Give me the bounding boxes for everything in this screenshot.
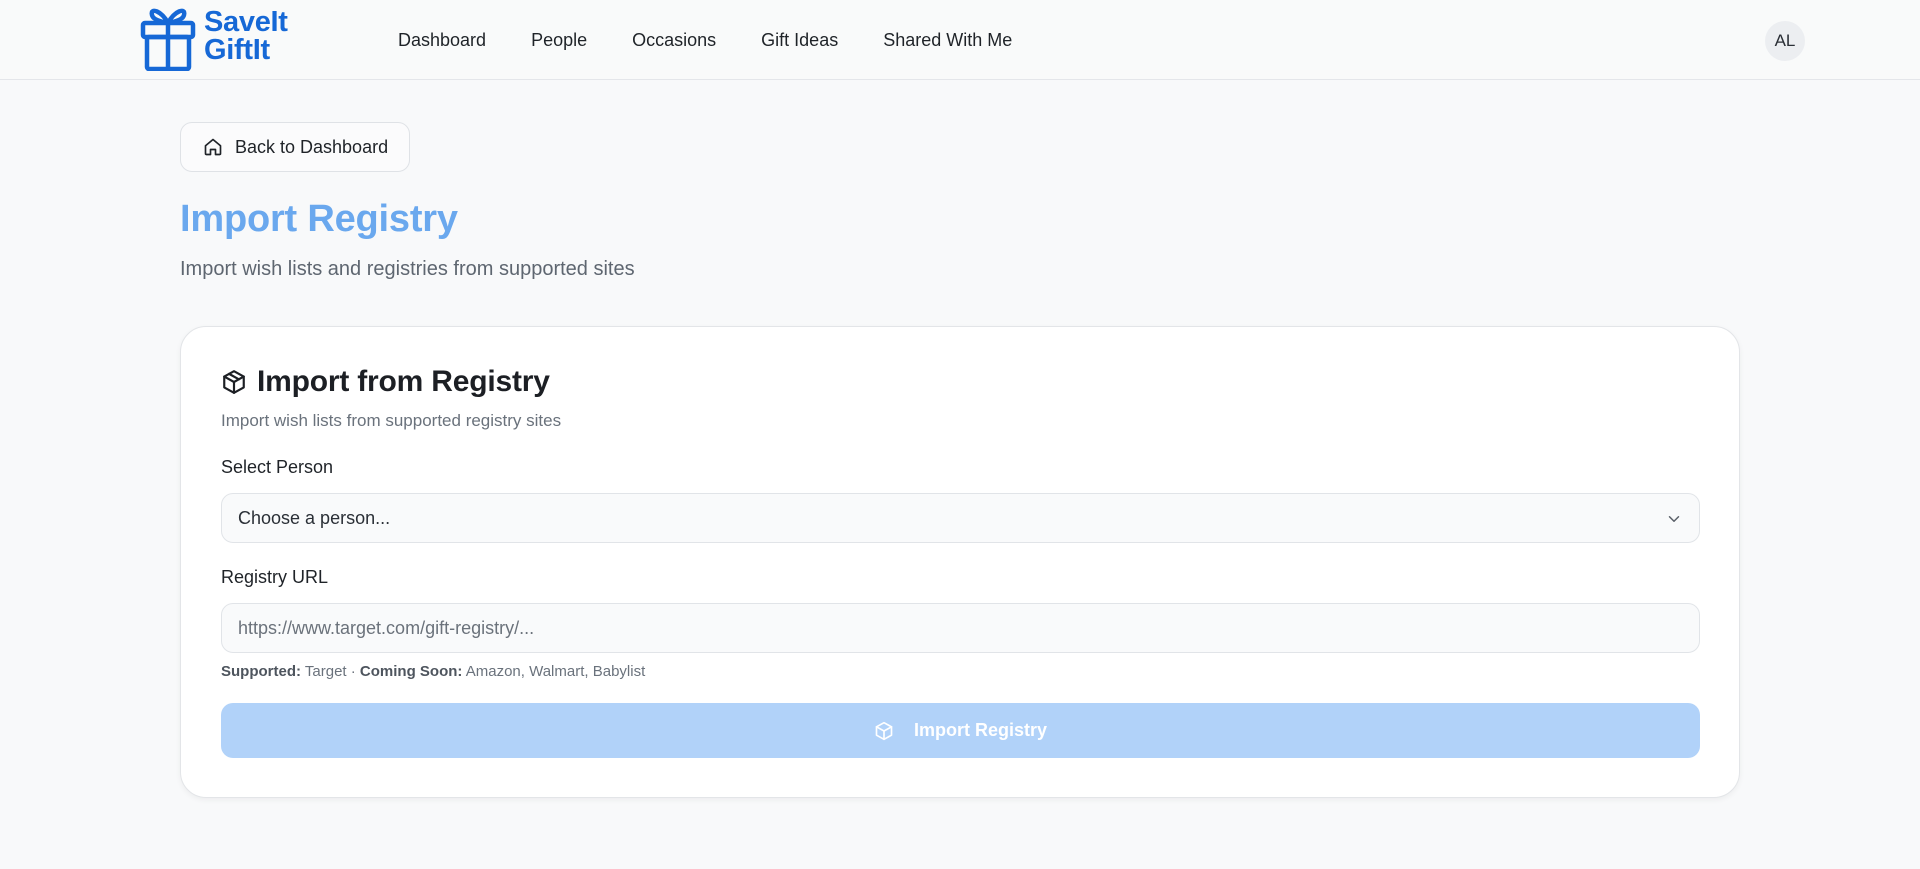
page-title: Import Registry: [180, 198, 458, 240]
import-registry-card: Import from Registry Import wish lists f…: [180, 326, 1740, 798]
import-button-label: Import Registry: [913, 720, 1048, 740]
package-icon: [875, 721, 893, 740]
card-heading: Import from Registry: [221, 365, 550, 399]
user-avatar[interactable]: AL: [1765, 21, 1805, 61]
nav-item-occasions[interactable]: Occasions: [632, 30, 716, 51]
nav-item-shared-with-me[interactable]: Shared With Me: [883, 30, 1012, 51]
nav-item-gift-ideas[interactable]: Gift Ideas: [761, 30, 838, 51]
card-title: Import from Registry: [257, 365, 550, 398]
package-icon: [223, 370, 245, 394]
supported-label: Supported:: [221, 663, 301, 680]
import-registry-button[interactable]: Import Registry: [221, 703, 1700, 758]
supported-value: Target ·: [301, 663, 360, 680]
back-to-dashboard-button[interactable]: Back to Dashboard: [180, 122, 410, 172]
select-person-value: Choose a person...: [238, 507, 391, 528]
coming-soon-label: Coming Soon:: [359, 663, 463, 680]
home-icon: [204, 138, 222, 156]
top-navigation-bar: SaveIt GiftIt Dashboard People Occasions…: [0, 0, 1920, 80]
supported-sites-hint: Supported: Target · Coming Soon: Amazon,…: [221, 663, 645, 680]
brand-line-2: GiftIt: [204, 34, 270, 66]
card-subtitle: Import wish lists from supported registr…: [221, 411, 562, 430]
nav-item-people[interactable]: People: [531, 30, 587, 51]
back-button-label: Back to Dashboard: [235, 136, 389, 157]
select-person-label: Select Person: [221, 457, 334, 477]
gift-icon: [140, 8, 196, 71]
select-person-dropdown[interactable]: Choose a person...: [221, 493, 1700, 543]
chevron-down-icon: [1668, 516, 1680, 522]
main-nav: Dashboard People Occasions Gift Ideas Sh…: [398, 30, 1057, 51]
coming-soon-value: Amazon, Walmart, Babylist: [462, 663, 646, 680]
registry-url-input[interactable]: [221, 603, 1700, 653]
registry-url-label: Registry URL: [221, 567, 329, 587]
nav-item-dashboard[interactable]: Dashboard: [398, 30, 486, 51]
brand-wordmark: SaveIt GiftIt: [204, 6, 288, 66]
brand-line-1: SaveIt: [204, 6, 288, 38]
page-subtitle: Import wish lists and registries from su…: [180, 258, 635, 280]
brand-logo[interactable]: SaveIt GiftIt: [140, 0, 288, 72]
